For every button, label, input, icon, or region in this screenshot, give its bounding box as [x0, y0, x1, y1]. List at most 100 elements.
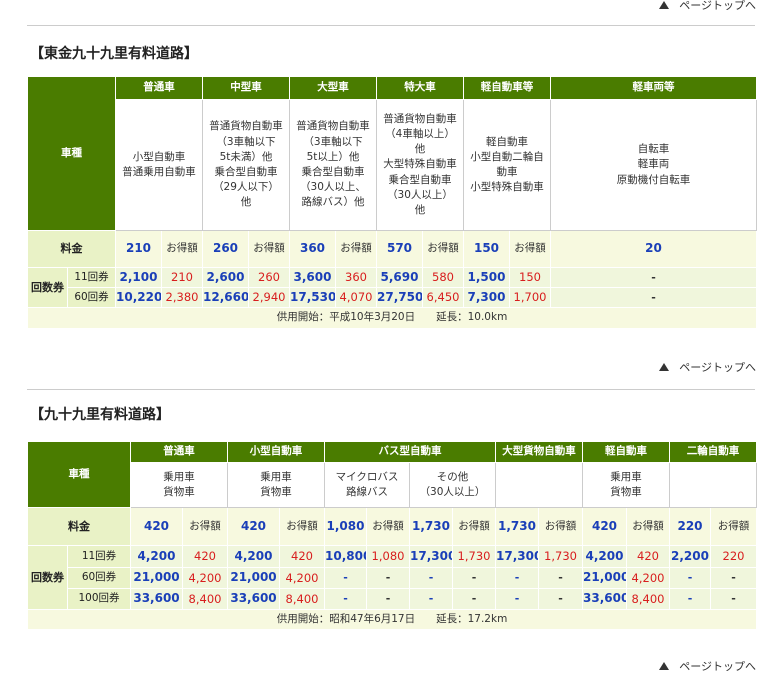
pagetop-link-1[interactable]: ページトップへ: [659, 0, 756, 13]
fee-bus-other: 1,730: [409, 507, 453, 546]
fee-label: 料金: [27, 230, 116, 268]
desc-futsu: 乗用車 貨物車: [130, 462, 228, 508]
coupon-60-label: 60回券: [67, 567, 131, 589]
coupon-60-row: 60回券 21,000 4,200 21,000 4,200 -- -- -- 21…: [27, 567, 757, 589]
c100-discount: 8,400: [182, 588, 228, 610]
fee-nirin: 220: [669, 507, 711, 546]
c11-discount: 420: [626, 545, 670, 568]
header-keisharyo: 軽車両等: [550, 76, 757, 100]
c100-discount: -: [710, 588, 757, 610]
c60-discount: -: [452, 567, 496, 589]
up-triangle-icon: [659, 363, 670, 371]
fee-ogata-kamotsu: 1,730: [495, 507, 539, 546]
desc-bus-other: その他 （30人以上）: [409, 462, 496, 508]
c11-price: 2,100: [115, 267, 162, 288]
c60-discount: -: [366, 567, 410, 589]
discount-label: お得額: [626, 507, 670, 546]
c11-discount: 220: [710, 545, 757, 568]
coupon-100-label: 100回券: [67, 588, 131, 610]
c11-price: 17,300: [409, 545, 453, 568]
vehicle-type-label: 車種: [27, 76, 116, 231]
discount-label: お得額: [279, 507, 325, 546]
desc-chugata: 普通貨物自動車 （3車軸以下 5t未満）他 乗合型自動車 （29人以下）他: [202, 99, 290, 231]
c11-price: 17,300: [495, 545, 539, 568]
divider-1: [27, 25, 755, 26]
discount-label: お得額: [366, 507, 410, 546]
header-ogata: 大型車: [289, 76, 377, 100]
header-chugata: 中型車: [202, 76, 290, 100]
fee-ogata: 360: [289, 230, 336, 268]
fee-row: 料金 210 お得額 260 お得額 360 お得額 570 お得額 150 お…: [27, 230, 757, 268]
c100-price: -: [409, 588, 453, 610]
c60-price: -: [495, 567, 539, 589]
c60-discount: 4,200: [182, 567, 228, 589]
up-triangle-icon: [659, 1, 670, 9]
pagetop-link-3[interactable]: ページトップへ: [659, 658, 756, 674]
coupon-11-label: 11回券: [67, 545, 131, 568]
desc-kei: 軽自動車 小型自動二輪自 動車 小型特殊自動車: [463, 99, 551, 231]
c11-keisharyo: -: [550, 267, 757, 288]
header-kei: 軽自動車等: [463, 76, 551, 100]
desc-microbus: マイクロバス 路線バス: [324, 462, 410, 508]
fee-keisharyo: 20: [550, 230, 757, 268]
coupon-label: 回数券: [27, 267, 68, 308]
c11-price: 3,600: [289, 267, 336, 288]
header-kei: 軽自動車: [582, 441, 670, 463]
c60-price: 12,660: [202, 287, 249, 308]
c11-discount: 580: [422, 267, 464, 288]
c100-discount: -: [538, 588, 583, 610]
c60-price: 21,000: [227, 567, 280, 589]
c100-price: 33,600: [227, 588, 280, 610]
coupon-label: 回数券: [27, 545, 68, 610]
c60-discount: 2,940: [248, 287, 290, 308]
pagetop-link-2[interactable]: ページトップへ: [659, 359, 756, 375]
c11-discount: 420: [279, 545, 325, 568]
c60-price: 7,300: [463, 287, 510, 308]
c11-price: 2,600: [202, 267, 249, 288]
c11-price: 4,200: [227, 545, 280, 568]
c60-price: 21,000: [130, 567, 183, 589]
coupon-100-row: 100回券 33,600 8,400 33,600 8,400 -- -- -- 3…: [27, 588, 757, 610]
desc-keisharyo: 自転車 軽車両 原動機付自転車: [550, 99, 757, 231]
c11-discount: 420: [182, 545, 228, 568]
c60-price: 17,530: [289, 287, 336, 308]
fee-futsu: 210: [115, 230, 162, 268]
c60-price: -: [669, 567, 711, 589]
fee-tokudai: 570: [376, 230, 423, 268]
divider-2: [27, 389, 755, 390]
discount-label: お得額: [422, 230, 464, 268]
discount-label: お得額: [161, 230, 203, 268]
c100-discount: -: [366, 588, 410, 610]
header-ogata-kamotsu: 大型貨物自動車: [495, 441, 583, 463]
discount-label: お得額: [509, 230, 551, 268]
c60-price: -: [324, 567, 367, 589]
fee-kei: 420: [582, 507, 627, 546]
c60-discount: 4,200: [626, 567, 670, 589]
c11-discount: 150: [509, 267, 551, 288]
c11-price: 4,200: [582, 545, 627, 568]
fare-table-togane: 車種 普通車 中型車 大型車 特大車 軽自動車等 軽車両等 小型自動車 普通乗用自…: [27, 76, 757, 329]
section-title-togane: 【東金九十九里有料道路】: [30, 46, 198, 62]
c11-discount: 210: [161, 267, 203, 288]
coupon-60-row: 60回券 10,220 2,380 12,660 2,940 17,530 4,…: [27, 287, 757, 308]
coupon-11-label: 11回券: [67, 267, 116, 288]
desc-ogata: 普通貨物自動車 （3車軸以下 5t以上）他 乗合型自動車 （30人以上、 路線バス）他: [289, 99, 377, 231]
fee-futsu: 420: [130, 507, 183, 546]
c100-discount: 8,400: [626, 588, 670, 610]
desc-tokudai: 普通貨物自動車 （4車軸以上）他大型特殊自動車 乗合型自動車 （30人以上）他: [376, 99, 464, 231]
c60-discount: -: [538, 567, 583, 589]
c100-discount: 8,400: [279, 588, 325, 610]
fee-chugata: 260: [202, 230, 249, 268]
discount-label: お得額: [538, 507, 583, 546]
c11-price: 10,800: [324, 545, 367, 568]
section-title-kujukuri: 【九十九里有料道路】: [30, 407, 170, 423]
c60-price: -: [409, 567, 453, 589]
desc-futsu: 小型自動車 普通乗用自動車: [115, 99, 203, 231]
c100-price: -: [324, 588, 367, 610]
c11-price: 1,500: [463, 267, 510, 288]
c60-price: 10,220: [115, 287, 162, 308]
c11-price: 4,200: [130, 545, 183, 568]
discount-label: お得額: [182, 507, 228, 546]
header-nirin: 二輪自動車: [669, 441, 757, 463]
header-kogata: 小型自動車: [227, 441, 325, 463]
